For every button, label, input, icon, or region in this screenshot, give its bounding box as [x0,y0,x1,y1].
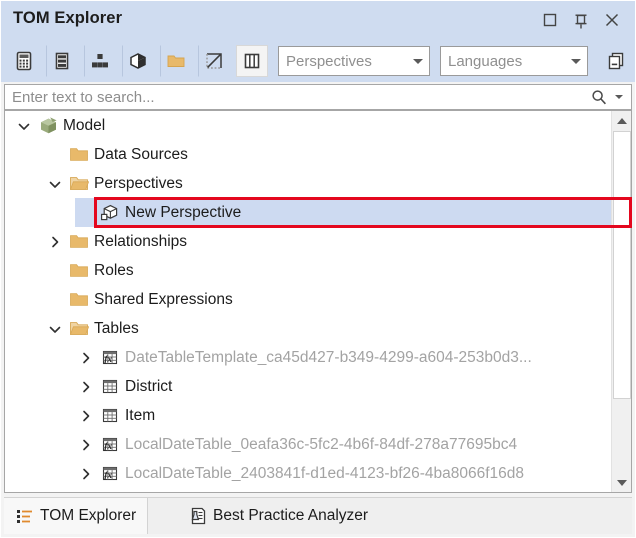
scroll-down-arrow-icon[interactable] [612,473,631,492]
chevron-right-icon[interactable] [78,379,94,395]
tab-best-practice-analyzer[interactable]: Best Practice Analyzer [177,498,379,534]
search-icon[interactable] [587,88,611,106]
tree-node[interactable]: New Perspective [5,198,613,227]
tree-node[interactable]: Data Sources [5,140,613,169]
tree-node[interactable]: fx LocalDateTable_2403841f-d1ed-4123-bf26… [5,459,613,488]
svg-text:fx: fx [104,355,112,365]
tree-node[interactable]: District [5,372,613,401]
tree-node-label: DateTableTemplate_ca45d427-b349-4299-a60… [123,349,532,367]
chevron-down-icon[interactable] [47,321,63,337]
folder-icon [66,232,92,251]
tree-node-label: District [123,378,172,396]
folder-open-icon [66,319,92,338]
chevron-down-icon [407,59,429,64]
close-window-button[interactable] [601,9,623,31]
tree-vertical-scrollbar[interactable] [611,111,631,492]
float-window-button[interactable] [539,9,561,31]
chevron-down-icon[interactable] [47,176,63,192]
table-icon [97,406,123,425]
hierarchy-button[interactable] [84,45,116,77]
tree-node-label: Model [61,117,105,135]
model-tree[interactable]: Model Data Sources Perspectives New Perspec… [5,111,613,492]
best-practice-analyzer-icon [186,506,210,526]
tree-node[interactable]: Shared Expressions [5,285,613,314]
tree-node-label: Shared Expressions [92,291,233,309]
perspective-button[interactable] [122,45,154,77]
tree-node-label: Roles [92,262,134,280]
chevron-right-icon[interactable] [78,466,94,482]
chevron-down-icon[interactable] [16,118,32,134]
tree-node-label: Item [123,407,155,425]
hidden-objects-button[interactable] [198,45,230,77]
tab-best-practice-analyzer-label: Best Practice Analyzer [210,507,368,525]
folder-button[interactable] [160,45,192,77]
collapse-all-icon [605,50,627,72]
tree-node[interactable]: Relationships [5,227,613,256]
cube-icon [127,50,149,72]
bottom-tab-strip: TOM Explorer Best Practice Analyzer [4,497,632,534]
hierarchy-icon [89,50,111,72]
window-titlebar: TOM Explorer [0,0,636,40]
search-input-placeholder: Enter text to search... [5,89,587,106]
columns-view-button[interactable] [236,45,268,77]
tree-node-label: Data Sources [92,146,188,164]
tree-node[interactable]: Item [5,401,613,430]
tree-node[interactable]: Model [5,111,613,140]
tree-node[interactable]: fx DateTableTemplate_ca45d427-b349-4299-a… [5,343,613,372]
svg-text:fx: fx [104,471,112,481]
calculated-table-icon: fx [97,464,123,483]
tree-node-label: Relationships [92,233,187,251]
search-options-chevron-icon[interactable] [611,95,631,99]
window-title: TOM Explorer [13,9,122,28]
folder-icon [66,261,92,280]
chevron-right-icon[interactable] [78,437,94,453]
tree-node[interactable]: Tables [5,314,613,343]
folder-icon [165,50,187,72]
chevron-down-icon [565,59,587,64]
list-table-icon [51,50,73,72]
folder-open-icon [66,174,92,193]
calculator-button[interactable] [8,45,40,77]
search-input[interactable]: Enter text to search... [4,84,632,110]
tree-node[interactable]: fx LocalDateTable_0eafa36c-5fc2-4b6f-84df… [5,430,613,459]
tree-node-label: New Perspective [123,204,241,222]
perspective-cube-icon [97,203,123,222]
calculator-icon [13,50,35,72]
pin-window-button[interactable] [570,9,592,31]
main-toolbar: Perspectives Languages [0,40,636,82]
model-cube-icon [35,116,61,136]
scrollbar-thumb[interactable] [613,131,631,399]
languages-dropdown-value: Languages [441,53,565,70]
perspectives-dropdown-value: Perspectives [279,53,407,70]
tree-node-label: LocalDateTable_2403841f-d1ed-4123-bf26-4… [123,465,524,483]
perspectives-dropdown[interactable]: Perspectives [278,46,430,76]
chevron-right-icon[interactable] [78,350,94,366]
languages-dropdown[interactable]: Languages [440,46,588,76]
hidden-slash-icon [203,50,225,72]
tree-node-label: Tables [92,320,139,338]
tree-node-label: LocalDateTable_0eafa36c-5fc2-4b6f-84df-2… [123,436,517,454]
tom-explorer-icon [13,506,37,526]
scroll-up-arrow-icon[interactable] [612,111,631,130]
calculated-table-icon: fx [97,435,123,454]
calculated-table-icon: fx [97,348,123,367]
list-button[interactable] [46,45,78,77]
tab-tom-explorer[interactable]: TOM Explorer [4,498,148,534]
collapse-all-button[interactable] [600,45,632,77]
tree-node-label: Perspectives [92,175,183,193]
table-icon [97,377,123,396]
folder-icon [66,290,92,309]
tree-node[interactable]: Perspectives [5,169,613,198]
tom-explorer-window: TOM Explorer [0,0,636,538]
svg-text:fx: fx [104,442,112,452]
tab-tom-explorer-label: TOM Explorer [37,507,136,525]
tree-node[interactable]: Roles [5,256,613,285]
tree-panel: Model Data Sources Perspectives New Perspec… [4,110,632,493]
tree-node[interactable]: Sales [5,488,613,492]
columns-icon [241,50,263,72]
chevron-right-icon[interactable] [78,408,94,424]
folder-icon [66,145,92,164]
chevron-right-icon[interactable] [47,234,63,250]
